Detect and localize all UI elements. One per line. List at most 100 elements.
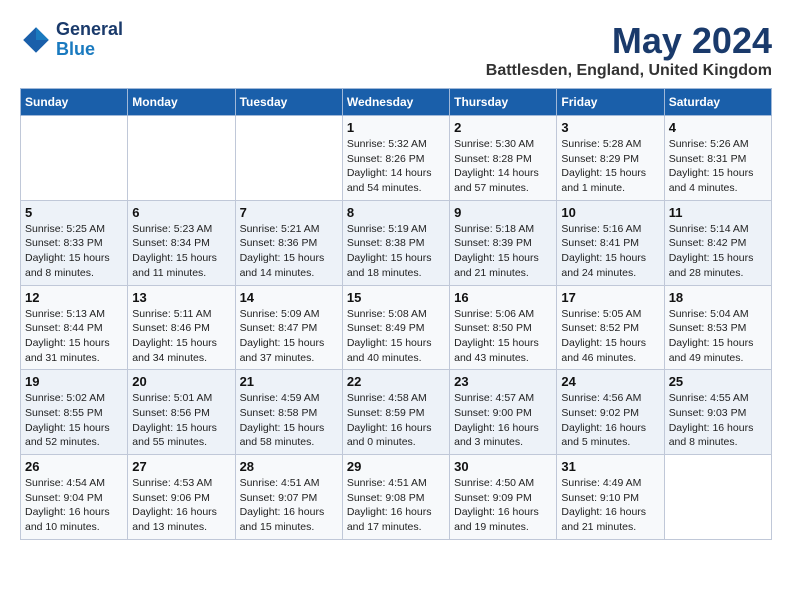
day-info: Sunrise: 5:23 AM Sunset: 8:34 PM Dayligh…: [132, 222, 230, 281]
calendar-cell: 14Sunrise: 5:09 AM Sunset: 8:47 PM Dayli…: [235, 285, 342, 370]
title-block: May 2024 Battlesden, England, United Kin…: [486, 20, 772, 80]
day-number: 23: [454, 374, 552, 389]
day-info: Sunrise: 5:26 AM Sunset: 8:31 PM Dayligh…: [669, 137, 767, 196]
day-number: 7: [240, 205, 338, 220]
day-of-week-header: Friday: [557, 89, 664, 116]
day-info: Sunrise: 5:02 AM Sunset: 8:55 PM Dayligh…: [25, 391, 123, 450]
calendar-cell: 30 Sunrise: 4:50 AM Sunset: 9:09 PM Dayli…: [450, 455, 557, 540]
day-of-week-header: Thursday: [450, 89, 557, 116]
day-info: Sunrise: 5:28 AM Sunset: 8:29 PM Dayligh…: [561, 137, 659, 196]
day-number: 11: [669, 205, 767, 220]
day-info: Sunrise: 5:16 AM Sunset: 8:41 PM Dayligh…: [561, 222, 659, 281]
calendar-cell: 11Sunrise: 5:14 AM Sunset: 8:42 PM Dayli…: [664, 200, 771, 285]
day-number: 14: [240, 290, 338, 305]
calendar-cell: 10 Sunrise: 5:16 AM Sunset: 8:41 PM Dayli…: [557, 200, 664, 285]
day-number: 28: [240, 459, 338, 474]
day-info: Sunrise: 5:11 AM Sunset: 8:46 PM Dayligh…: [132, 307, 230, 366]
day-info: Sunrise: 5:04 AM Sunset: 8:53 PM Dayligh…: [669, 307, 767, 366]
day-number: 21: [240, 374, 338, 389]
day-info: Sunrise: 5:01 AM Sunset: 8:56 PM Dayligh…: [132, 391, 230, 450]
calendar-cell: 26 Sunrise: 4:54 AM Sunset: 9:04 PM Dayli…: [21, 455, 128, 540]
day-info: Sunrise: 5:05 AM Sunset: 8:52 PM Dayligh…: [561, 307, 659, 366]
day-number: 13: [132, 290, 230, 305]
calendar-cell: 23 Sunrise: 4:57 AM Sunset: 9:00 PM Dayli…: [450, 370, 557, 455]
calendar-cell: 29Sunrise: 4:51 AM Sunset: 9:08 PM Dayli…: [342, 455, 449, 540]
calendar-cell: 4 Sunrise: 5:26 AM Sunset: 8:31 PM Daylig…: [664, 116, 771, 201]
day-info: Sunrise: 5:19 AM Sunset: 8:38 PM Dayligh…: [347, 222, 445, 281]
day-number: 22: [347, 374, 445, 389]
calendar-cell: 20 Sunrise: 5:01 AM Sunset: 8:56 PM Dayli…: [128, 370, 235, 455]
day-number: 20: [132, 374, 230, 389]
calendar-cell: 17Sunrise: 5:05 AM Sunset: 8:52 PM Dayli…: [557, 285, 664, 370]
calendar-cell: 22 Sunrise: 4:58 AM Sunset: 8:59 PM Dayli…: [342, 370, 449, 455]
day-info: Sunrise: 4:55 AM Sunset: 9:03 PM Dayligh…: [669, 391, 767, 450]
day-info: Sunrise: 5:08 AM Sunset: 8:49 PM Dayligh…: [347, 307, 445, 366]
day-info: Sunrise: 5:21 AM Sunset: 8:36 PM Dayligh…: [240, 222, 338, 281]
day-number: 30: [454, 459, 552, 474]
calendar-cell: 28 Sunrise: 4:51 AM Sunset: 9:07 PM Dayli…: [235, 455, 342, 540]
page-header: General Blue May 2024 Battlesden, Englan…: [20, 20, 772, 80]
calendar-cell: 6 Sunrise: 5:23 AM Sunset: 8:34 PM Daylig…: [128, 200, 235, 285]
day-info: Sunrise: 5:32 AM Sunset: 8:26 PM Dayligh…: [347, 137, 445, 196]
calendar-cell: 13 Sunrise: 5:11 AM Sunset: 8:46 PM Dayli…: [128, 285, 235, 370]
calendar-week-row: 26 Sunrise: 4:54 AM Sunset: 9:04 PM Dayli…: [21, 455, 772, 540]
day-number: 27: [132, 459, 230, 474]
calendar-cell: 8 Sunrise: 5:19 AM Sunset: 8:38 PM Daylig…: [342, 200, 449, 285]
day-info: Sunrise: 5:18 AM Sunset: 8:39 PM Dayligh…: [454, 222, 552, 281]
logo-text: General Blue: [56, 20, 123, 60]
calendar-cell: 2Sunrise: 5:30 AM Sunset: 8:28 PM Daylig…: [450, 116, 557, 201]
calendar-cell: [235, 116, 342, 201]
calendar-cell: 19 Sunrise: 5:02 AM Sunset: 8:55 PM Dayli…: [21, 370, 128, 455]
day-number: 19: [25, 374, 123, 389]
calendar-cell: 25 Sunrise: 4:55 AM Sunset: 9:03 PM Dayli…: [664, 370, 771, 455]
day-number: 10: [561, 205, 659, 220]
day-number: 9: [454, 205, 552, 220]
calendar-cell: [21, 116, 128, 201]
day-number: 5: [25, 205, 123, 220]
day-info: Sunrise: 4:54 AM Sunset: 9:04 PM Dayligh…: [25, 476, 123, 535]
day-info: Sunrise: 4:58 AM Sunset: 8:59 PM Dayligh…: [347, 391, 445, 450]
calendar-cell: 21 Sunrise: 4:59 AM Sunset: 8:58 PM Dayli…: [235, 370, 342, 455]
day-info: Sunrise: 4:56 AM Sunset: 9:02 PM Dayligh…: [561, 391, 659, 450]
calendar-week-row: 5Sunrise: 5:25 AM Sunset: 8:33 PM Daylig…: [21, 200, 772, 285]
day-info: Sunrise: 4:50 AM Sunset: 9:09 PM Dayligh…: [454, 476, 552, 535]
calendar-week-row: 19 Sunrise: 5:02 AM Sunset: 8:55 PM Dayli…: [21, 370, 772, 455]
subtitle: Battlesden, England, United Kingdom: [486, 62, 772, 80]
calendar-cell: [664, 455, 771, 540]
calendar-cell: 31Sunrise: 4:49 AM Sunset: 9:10 PM Dayli…: [557, 455, 664, 540]
day-info: Sunrise: 4:51 AM Sunset: 9:08 PM Dayligh…: [347, 476, 445, 535]
calendar-cell: 7 Sunrise: 5:21 AM Sunset: 8:36 PM Daylig…: [235, 200, 342, 285]
day-number: 8: [347, 205, 445, 220]
day-number: 18: [669, 290, 767, 305]
day-number: 16: [454, 290, 552, 305]
day-info: Sunrise: 5:06 AM Sunset: 8:50 PM Dayligh…: [454, 307, 552, 366]
calendar-body: 1 Sunrise: 5:32 AM Sunset: 8:26 PM Daylig…: [21, 116, 772, 540]
day-info: Sunrise: 4:51 AM Sunset: 9:07 PM Dayligh…: [240, 476, 338, 535]
day-info: Sunrise: 4:59 AM Sunset: 8:58 PM Dayligh…: [240, 391, 338, 450]
calendar-header-row: SundayMondayTuesdayWednesdayThursdayFrid…: [21, 89, 772, 116]
day-number: 6: [132, 205, 230, 220]
day-number: 24: [561, 374, 659, 389]
calendar-week-row: 12Sunrise: 5:13 AM Sunset: 8:44 PM Dayli…: [21, 285, 772, 370]
logo-icon: [20, 24, 52, 56]
calendar-cell: 18 Sunrise: 5:04 AM Sunset: 8:53 PM Dayli…: [664, 285, 771, 370]
day-info: Sunrise: 4:57 AM Sunset: 9:00 PM Dayligh…: [454, 391, 552, 450]
day-of-week-header: Monday: [128, 89, 235, 116]
calendar-cell: 1 Sunrise: 5:32 AM Sunset: 8:26 PM Daylig…: [342, 116, 449, 201]
calendar-cell: 12Sunrise: 5:13 AM Sunset: 8:44 PM Dayli…: [21, 285, 128, 370]
day-number: 25: [669, 374, 767, 389]
calendar-table: SundayMondayTuesdayWednesdayThursdayFrid…: [20, 88, 772, 540]
day-of-week-header: Wednesday: [342, 89, 449, 116]
day-number: 31: [561, 459, 659, 474]
day-number: 1: [347, 120, 445, 135]
day-number: 12: [25, 290, 123, 305]
logo: General Blue: [20, 20, 123, 60]
calendar-cell: 15Sunrise: 5:08 AM Sunset: 8:49 PM Dayli…: [342, 285, 449, 370]
calendar-cell: 27Sunrise: 4:53 AM Sunset: 9:06 PM Dayli…: [128, 455, 235, 540]
day-number: 26: [25, 459, 123, 474]
day-of-week-header: Tuesday: [235, 89, 342, 116]
calendar-week-row: 1 Sunrise: 5:32 AM Sunset: 8:26 PM Daylig…: [21, 116, 772, 201]
day-info: Sunrise: 5:30 AM Sunset: 8:28 PM Dayligh…: [454, 137, 552, 196]
main-title: May 2024: [486, 20, 772, 62]
day-number: 4: [669, 120, 767, 135]
